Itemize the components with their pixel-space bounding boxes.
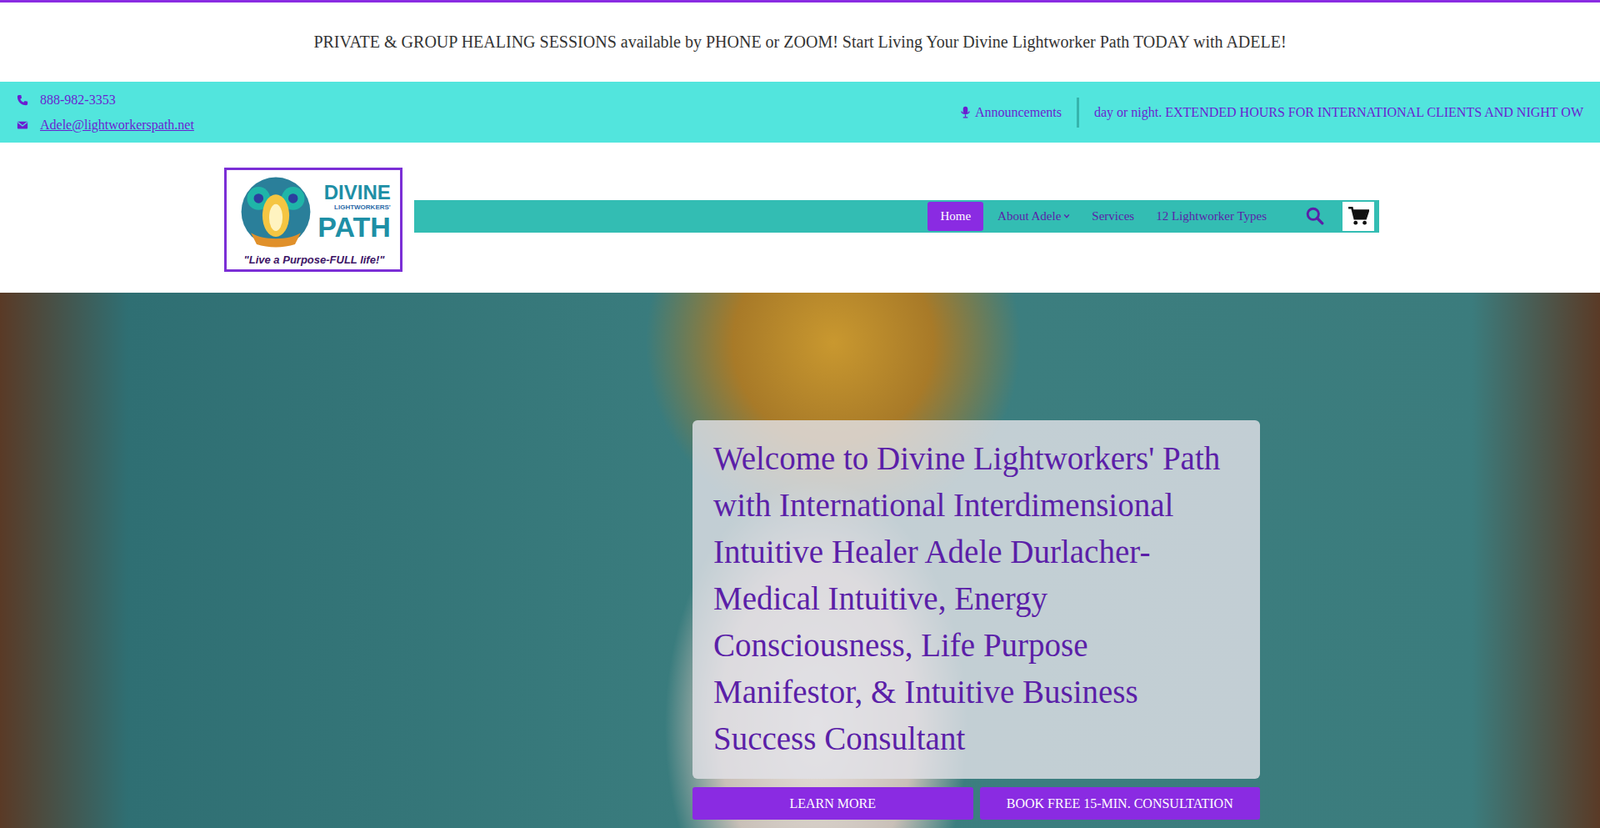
phone-contact[interactable]: 888-982-3353 [16,92,195,108]
separator [1076,97,1080,128]
header: DIVINELIGHTWORKERS'PATH "Live a Purpose-F… [0,142,1600,293]
banner-text: PRIVATE & GROUP HEALING SESSIONS availab… [313,32,1286,52]
envelope-icon [16,119,29,131]
cart-button[interactable] [1342,201,1375,231]
logo-word: DIVINE [324,182,391,203]
nav-item[interactable]: 12 Lightworker Types [1148,201,1275,231]
phone-icon [16,94,29,106]
cart-icon [1347,205,1370,226]
hero-card: Welcome to Divine Lightworkers' Path wit… [692,420,1260,779]
email-link[interactable]: Adele@lightworkerspath.net [40,117,195,133]
microphone-icon [960,105,970,119]
info-bar: 888-982-3353 Adele@lightworkerspath.net An… [0,81,1600,143]
peacock-emblem-icon [237,173,315,250]
logo-tagline: "Live a Purpose-FULL life!" [244,253,385,266]
hero-photo: Welcome to Divine Lightworkers' Path wit… [0,292,1600,828]
email-contact[interactable]: Adele@lightworkerspath.net [16,117,195,133]
top-banner: PRIVATE & GROUP HEALING SESSIONS availab… [0,2,1600,82]
contact-list: 888-982-3353 Adele@lightworkerspath.net [16,87,195,138]
logo[interactable]: DIVINELIGHTWORKERS'PATH "Live a Purpose-F… [224,167,403,272]
search-icon[interactable] [1305,206,1325,225]
hero-button[interactable]: LEARN MORE [692,786,974,820]
announcements: Announcements day or night. EXTENDED HOUR… [960,97,1584,128]
nav-item[interactable]: Services [1084,201,1142,231]
announcement-ticker: day or night. EXTENDED HOURS FOR INTERNA… [1094,105,1584,120]
logo-word: PATH [317,212,391,241]
logo-word: LIGHTWORKERS' [334,204,391,211]
hero-button[interactable]: BOOK FREE 15-MIN. CONSULTATION [980,786,1261,820]
nav-item[interactable]: About Adele [990,201,1078,231]
hero-heading: Welcome to Divine Lightworkers' Path wit… [713,435,1244,762]
page: PRIVATE & GROUP HEALING SESSIONS availab… [0,0,1600,828]
phone-number[interactable]: 888-982-3353 [40,92,116,108]
nav-bar: HomeAbout AdeleServices12 Lightworker Ty… [414,200,1380,233]
nav-item[interactable]: Home [927,201,984,231]
announcements-label[interactable]: Announcements [960,105,1062,120]
chevron-down-icon [1063,212,1070,220]
